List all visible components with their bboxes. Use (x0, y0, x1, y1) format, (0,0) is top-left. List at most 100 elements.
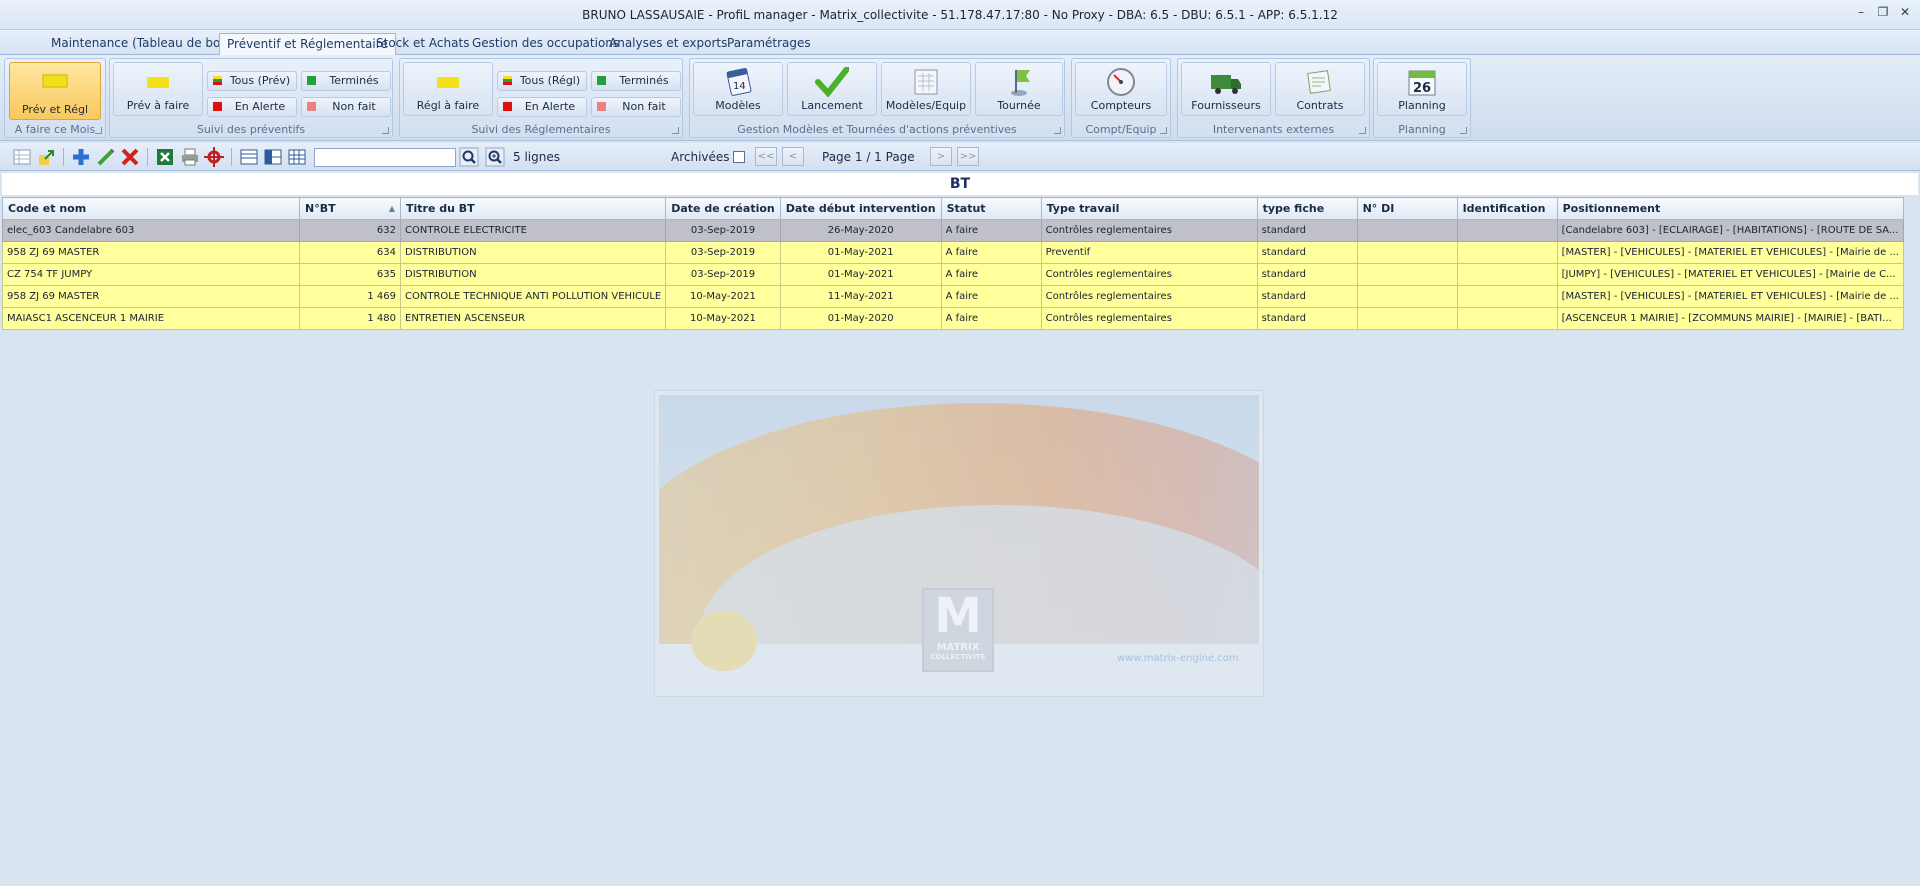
layout-split-icon[interactable] (263, 147, 283, 167)
planning-button[interactable]: 26 Planning (1377, 62, 1467, 116)
table-cell[interactable] (1356, 285, 1458, 308)
group-expand-icon[interactable] (1160, 127, 1167, 134)
table-cell[interactable]: A faire (940, 241, 1042, 264)
table-cell[interactable]: Contrôles reglementaires (1040, 219, 1258, 242)
en-alerte-prev-button[interactable]: En Alerte (207, 97, 297, 117)
modeles-equip-button[interactable]: Modèles/Equip (881, 62, 971, 116)
table-row[interactable]: elec_603 Candelabre 603 632 CONTROLE ELE… (2, 219, 1905, 242)
table-row[interactable]: 958 ZJ 69 MASTER 1 469 CONTROLE TECHNIQU… (2, 285, 1905, 308)
fournisseurs-button[interactable]: Fournisseurs (1181, 62, 1271, 116)
tournee-button[interactable]: Tournée (975, 62, 1063, 116)
table-cell[interactable]: Contrôles reglementaires (1040, 285, 1258, 308)
table-cell[interactable]: [ASCENCEUR 1 MAIRIE] - [ZCOMMUNS MAIRIE]… (1556, 307, 1905, 330)
minimize-icon[interactable]: – (1854, 5, 1868, 19)
column-header[interactable]: N°BT ▲ (299, 197, 401, 220)
table-cell[interactable]: elec_603 Candelabre 603 (2, 219, 300, 242)
layout-columns-icon[interactable] (287, 147, 307, 167)
tab-stock[interactable]: Stock et Achats (369, 33, 476, 55)
table-cell[interactable]: 03-Sep-2019 (665, 219, 781, 242)
print-icon[interactable] (180, 147, 200, 167)
close-icon[interactable]: ✕ (1898, 5, 1912, 19)
table-cell[interactable]: A faire (940, 263, 1042, 286)
column-header[interactable]: Date début intervention (779, 197, 942, 220)
en-alerte-regl-button[interactable]: En Alerte (497, 97, 587, 117)
table-cell[interactable]: A faire (940, 307, 1042, 330)
table-cell[interactable]: Contrôles reglementaires (1040, 307, 1258, 330)
non-fait-regl-button[interactable]: Non fait (591, 97, 681, 117)
table-cell[interactable]: standard (1256, 285, 1358, 308)
compteurs-button[interactable]: Compteurs (1075, 62, 1167, 116)
table-cell[interactable]: [JUMPY] - [VEHICULES] - [MATERIEL ET VEH… (1556, 263, 1905, 286)
table-cell[interactable] (1356, 307, 1458, 330)
table-cell[interactable]: 632 (299, 219, 401, 242)
table-cell[interactable]: 1 480 (299, 307, 401, 330)
column-header[interactable]: Type travail (1040, 197, 1258, 220)
contrats-button[interactable]: Contrats (1275, 62, 1365, 116)
column-header[interactable]: Date de création (665, 197, 781, 220)
restore-icon[interactable]: ❐ (1876, 5, 1890, 19)
last-page-button[interactable]: >> (957, 147, 979, 166)
table-cell[interactable] (1356, 241, 1458, 264)
prev-page-button[interactable]: < (782, 147, 804, 166)
table-cell[interactable]: CONTROLE TECHNIQUE ANTI POLLUTION VEHICU… (399, 285, 667, 308)
edit-pencil-icon[interactable] (96, 147, 116, 167)
group-expand-icon[interactable] (382, 127, 389, 134)
tab-parametrages[interactable]: Paramétrages (720, 33, 818, 55)
modeles-button[interactable]: 14 Modèles (693, 62, 783, 116)
non-fait-prev-button[interactable]: Non fait (301, 97, 391, 117)
termines-regl-button[interactable]: Terminés (591, 71, 681, 91)
delete-icon[interactable] (120, 147, 140, 167)
table-cell[interactable]: 03-Sep-2019 (665, 241, 781, 264)
table-cell[interactable] (1356, 219, 1458, 242)
table-cell[interactable]: standard (1256, 307, 1358, 330)
group-expand-icon[interactable] (1460, 127, 1467, 134)
table-row[interactable]: 958 ZJ 69 MASTER 634 DISTRIBUTION 03-Sep… (2, 241, 1905, 264)
table-cell[interactable]: 10-May-2021 (665, 285, 781, 308)
table-cell[interactable] (1456, 263, 1558, 286)
next-page-button[interactable]: > (930, 147, 952, 166)
table-cell[interactable]: Contrôles reglementaires (1040, 263, 1258, 286)
search-icon[interactable] (459, 147, 479, 167)
table-cell[interactable] (1456, 241, 1558, 264)
zoom-icon[interactable] (485, 147, 505, 167)
table-cell[interactable] (1456, 285, 1558, 308)
table-cell[interactable]: CZ 754 TF JUMPY (2, 263, 300, 286)
tab-maintenance[interactable]: Maintenance (Tableau de bord) (44, 33, 244, 55)
table-cell[interactable]: [MASTER] - [VEHICULES] - [MATERIEL ET VE… (1556, 241, 1905, 264)
column-header[interactable]: Titre du BT (399, 197, 667, 220)
table-cell[interactable]: standard (1256, 241, 1358, 264)
tous-regl-button[interactable]: Tous (Régl) (497, 71, 587, 91)
excel-icon[interactable] (155, 147, 175, 167)
table-cell[interactable]: 03-Sep-2019 (665, 263, 781, 286)
table-cell[interactable]: CONTROLE ELECTRICITE (399, 219, 667, 242)
add-icon[interactable] (71, 147, 91, 167)
table-cell[interactable]: [MASTER] - [VEHICULES] - [MATERIEL ET VE… (1556, 285, 1905, 308)
table-cell[interactable] (1456, 307, 1558, 330)
table-row[interactable]: CZ 754 TF JUMPY 635 DISTRIBUTION 03-Sep-… (2, 263, 1905, 286)
table-cell[interactable]: MAIASC1 ASCENCEUR 1 MAIRIE (2, 307, 300, 330)
archives-checkbox[interactable] (733, 151, 745, 163)
table-cell[interactable]: 26-May-2020 (779, 219, 942, 242)
table-cell[interactable]: 01-May-2021 (779, 263, 942, 286)
table-cell[interactable]: 1 469 (299, 285, 401, 308)
table-cell[interactable]: 10-May-2021 (665, 307, 781, 330)
table-cell[interactable] (1456, 219, 1558, 242)
column-header[interactable]: Positionnement (1556, 197, 1905, 220)
search-input[interactable] (314, 148, 456, 167)
table-cell[interactable]: standard (1256, 263, 1358, 286)
table-cell[interactable]: standard (1256, 219, 1358, 242)
table-cell[interactable]: Preventif (1040, 241, 1258, 264)
table-cell[interactable]: 635 (299, 263, 401, 286)
column-header[interactable]: Identification (1456, 197, 1558, 220)
table-cell[interactable]: A faire (940, 219, 1042, 242)
table-cell[interactable] (1356, 263, 1458, 286)
table-row[interactable]: MAIASC1 ASCENCEUR 1 MAIRIE 1 480 ENTRETI… (2, 307, 1905, 330)
group-expand-icon[interactable] (672, 127, 679, 134)
tab-analyses[interactable]: Analyses et exports (602, 33, 734, 55)
tous-prev-button[interactable]: Tous (Prév) (207, 71, 297, 91)
export-arrow-icon[interactable] (37, 147, 57, 167)
group-expand-icon[interactable] (1054, 127, 1061, 134)
table-cell[interactable]: 11-May-2021 (779, 285, 942, 308)
layout-list-icon[interactable] (239, 147, 259, 167)
grid-view-icon[interactable] (12, 147, 32, 167)
